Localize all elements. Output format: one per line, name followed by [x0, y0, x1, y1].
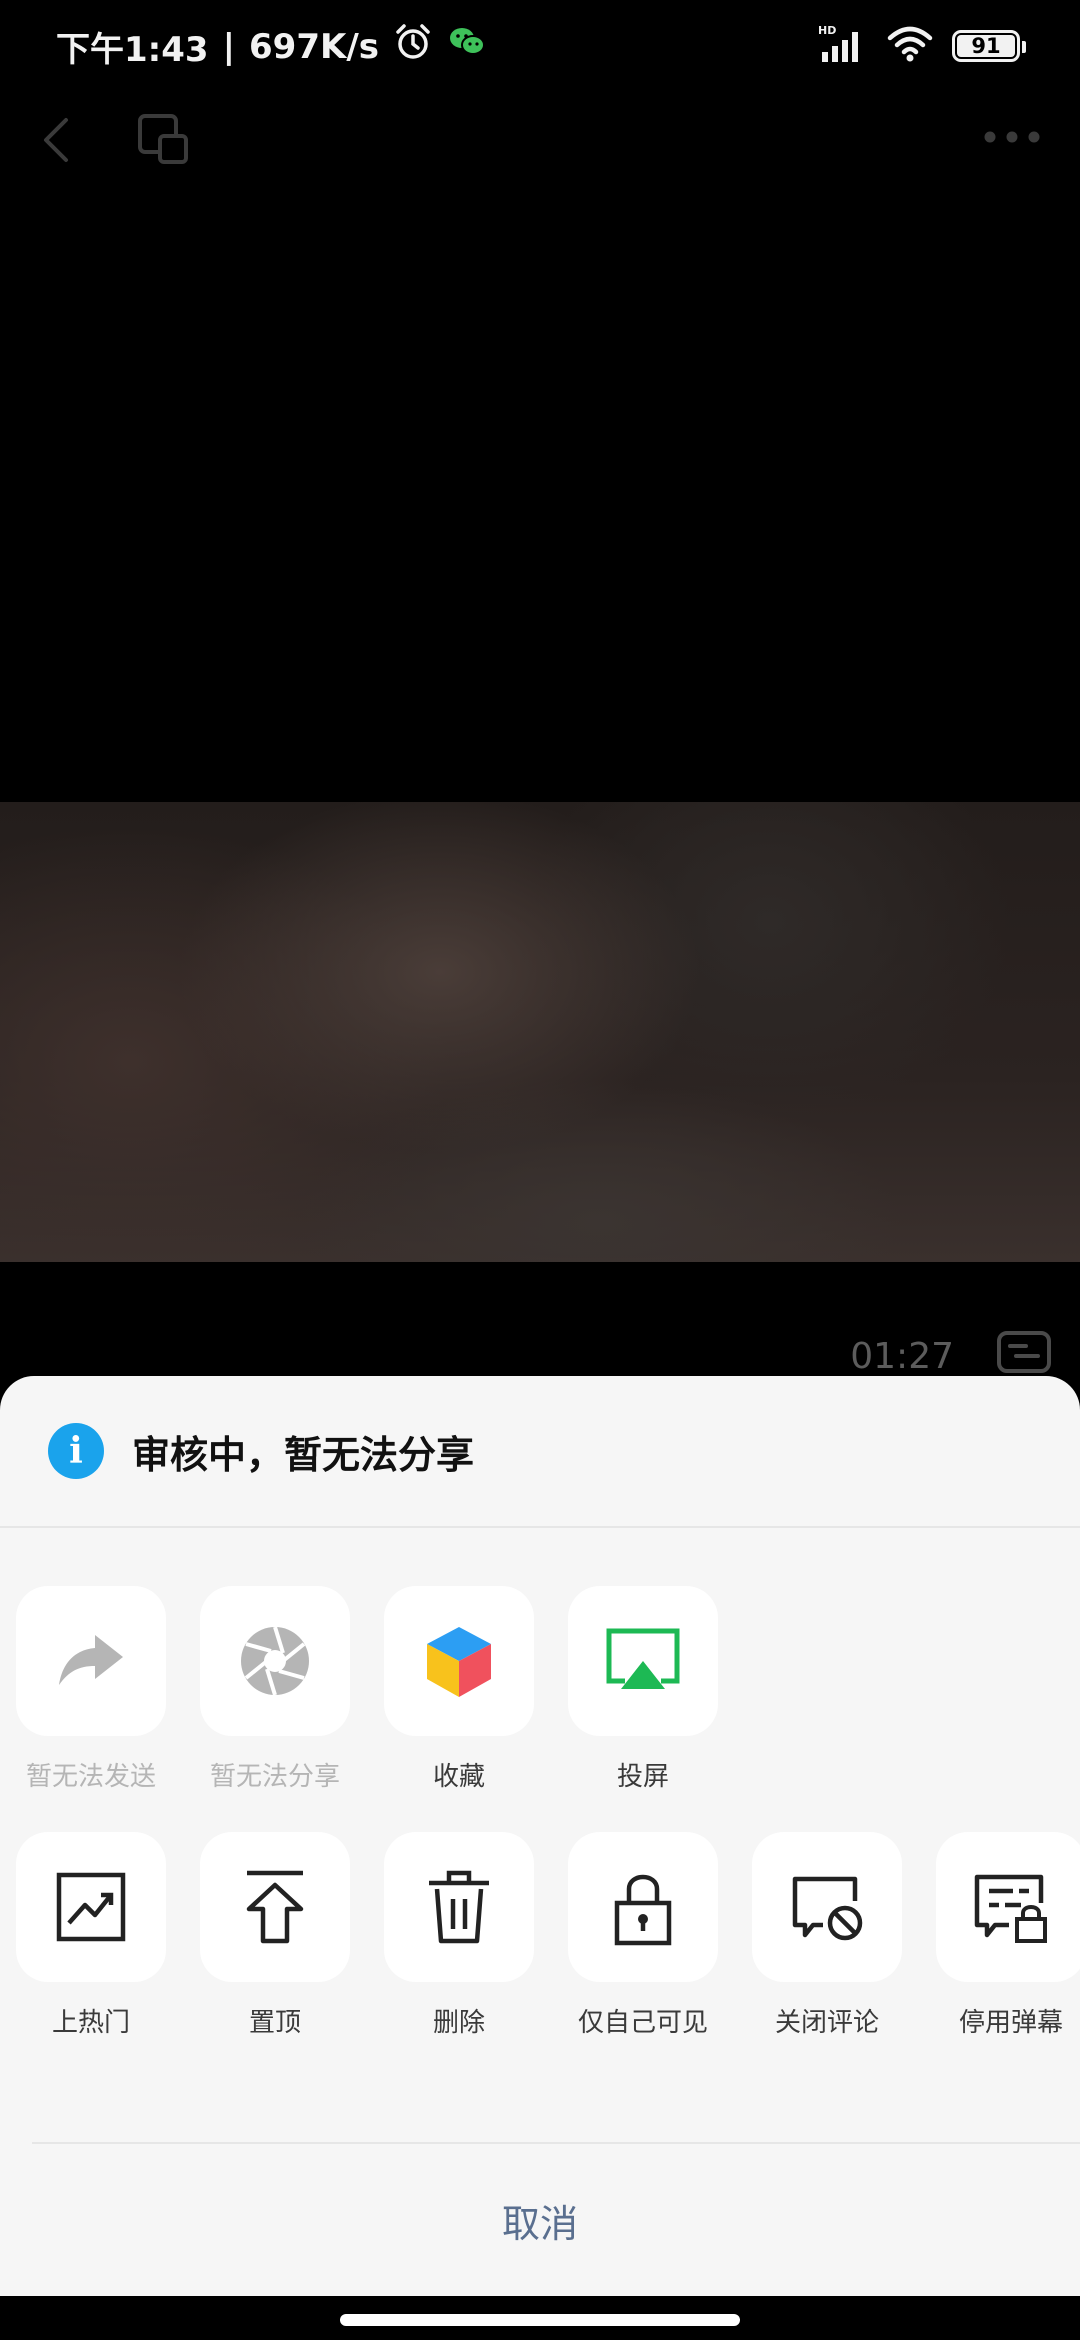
disable-danmaku-action[interactable]: 停用弹幕: [936, 1832, 1080, 2039]
signal-hd-badge: HD: [818, 24, 836, 37]
comment-off-icon: [752, 1832, 902, 1982]
action-label: 投屏: [616, 1762, 669, 1792]
only-me-visible-action[interactable]: 仅自己可见: [568, 1832, 718, 2039]
danmaku-toggle-icon[interactable]: [996, 1330, 1054, 1378]
wifi-icon: [886, 24, 934, 68]
pin-to-top-action[interactable]: 置顶: [200, 1832, 350, 2039]
battery-level: 91: [971, 34, 1001, 58]
cancel-button[interactable]: 取消: [0, 2144, 1080, 2296]
review-notice: i 审核中，暂无法分享: [0, 1376, 1080, 1528]
wechat-icon: [447, 24, 487, 69]
network-speed: 697K/s: [249, 26, 379, 67]
share-bottom-sheet: i 审核中，暂无法分享 暂无法发送 暂无法分享 收藏 投屏 上热门 置顶 删除 …: [0, 1376, 1080, 2296]
action-label: 置顶: [248, 2008, 301, 2038]
status-separator: |: [222, 26, 235, 67]
video-elapsed-time: 01:27: [850, 1336, 954, 1377]
status-bar: 下午1:43 | 697K/s HD 91: [0, 0, 1080, 96]
info-icon: i: [48, 1423, 104, 1479]
more-dots-icon: [984, 131, 1040, 143]
delete-action[interactable]: 删除: [384, 1832, 534, 2039]
action-label: 停用弹幕: [958, 2008, 1063, 2038]
picture-in-picture-button[interactable]: [134, 110, 192, 168]
favorite-action[interactable]: 收藏: [384, 1586, 534, 1793]
cube-favorite-icon: [384, 1586, 534, 1736]
home-indicator[interactable]: [340, 2314, 740, 2326]
more-options-button[interactable]: [980, 122, 1044, 152]
aperture-share-icon: [200, 1586, 350, 1736]
video-top-nav: [0, 100, 1080, 180]
back-button[interactable]: [32, 112, 88, 168]
lock-icon: [568, 1832, 718, 1982]
action-label: 删除: [432, 2008, 485, 2038]
share-actions-row: 暂无法发送 暂无法分享 收藏 投屏: [16, 1586, 1080, 1793]
alarm-icon: [393, 22, 433, 71]
screen-cast-icon: [568, 1586, 718, 1736]
review-notice-text: 审核中，暂无法分享: [132, 1432, 475, 1477]
battery-icon: 91: [952, 30, 1026, 62]
pin-top-icon: [200, 1832, 350, 1982]
action-label: 上热门: [51, 2008, 130, 2038]
manage-actions-row: 上热门 置顶 删除 仅自己可见 关闭评论 停用弹幕: [16, 1832, 1080, 2039]
action-label: 仅自己可见: [577, 2008, 708, 2038]
forward-arrow-icon: [16, 1586, 166, 1736]
close-comments-action[interactable]: 关闭评论: [752, 1832, 902, 2039]
cellular-signal-icon: HD: [818, 24, 868, 68]
trash-icon: [384, 1832, 534, 1982]
promote-hot-action[interactable]: 上热门: [16, 1832, 166, 2039]
status-right: HD 91: [818, 24, 1026, 68]
action-label: 关闭评论: [774, 2008, 879, 2038]
share-action[interactable]: 暂无法分享: [200, 1586, 350, 1793]
status-time: 下午1:43: [56, 30, 209, 70]
chevron-left-icon: [44, 118, 68, 162]
status-left: 下午1:43 | 697K/s: [56, 22, 487, 71]
screen-cast-action[interactable]: 投屏: [568, 1586, 718, 1793]
action-label: 收藏: [432, 1762, 485, 1792]
trending-chart-icon: [16, 1832, 166, 1982]
send-to-friend-action[interactable]: 暂无法发送: [16, 1586, 166, 1793]
action-label: 暂无法发送: [25, 1762, 156, 1792]
action-label: 暂无法分享: [209, 1762, 340, 1792]
danmaku-lock-icon: [936, 1832, 1080, 1982]
video-player-frame[interactable]: [0, 802, 1080, 1262]
pip-icon: [138, 114, 188, 164]
